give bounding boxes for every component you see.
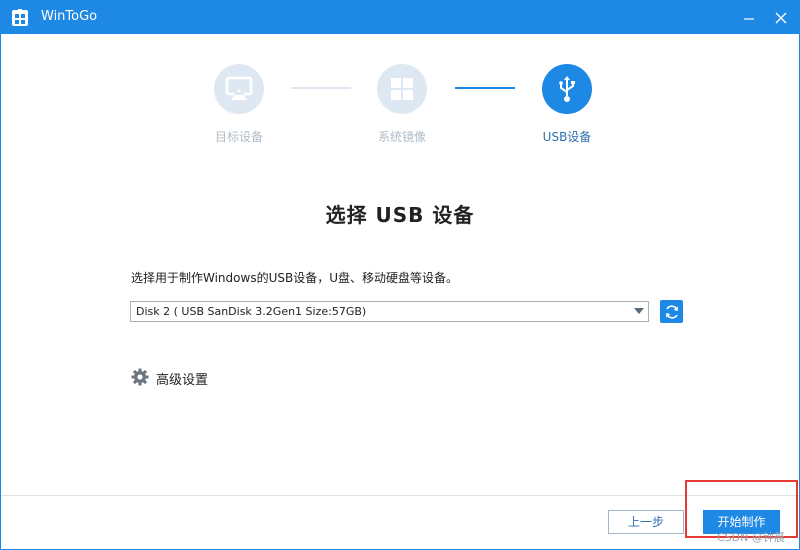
footer-divider	[1, 495, 799, 496]
title-bar[interactable]: WinToGo	[1, 1, 799, 34]
minimize-button[interactable]	[733, 1, 765, 34]
previous-step-button[interactable]: 上一步	[608, 510, 684, 534]
description-text: 选择用于制作Windows的USB设备，U盘、移动硬盘等设备。	[131, 271, 458, 285]
step-2-circle	[377, 64, 427, 114]
step-3-circle	[542, 64, 592, 114]
watermark-text: CSDN @钟晨	[717, 531, 785, 544]
minimize-icon	[744, 18, 754, 20]
refresh-button[interactable]	[660, 300, 683, 323]
close-button[interactable]	[765, 1, 797, 34]
advanced-settings-label: 高级设置	[156, 373, 209, 388]
windows-logo-icon	[391, 78, 413, 100]
page-heading: 选择 USB 设备	[325, 203, 475, 227]
step-connector-1	[291, 87, 351, 89]
window-title: WinToGo	[41, 9, 98, 24]
chevron-down-icon	[634, 308, 644, 314]
airplay-icon	[225, 76, 253, 100]
step-1-circle	[214, 64, 264, 114]
gear-icon	[131, 368, 149, 386]
usb-device-select[interactable]: Disk 2 ( USB SanDisk 3.2Gen1 Size:57GB)	[130, 301, 649, 322]
usb-device-select-value: Disk 2 ( USB SanDisk 3.2Gen1 Size:57GB)	[136, 305, 367, 318]
step-2-label: 系统镜像	[377, 130, 426, 144]
close-icon	[775, 12, 787, 24]
step-1-label: 目标设备	[214, 130, 263, 144]
app-icon	[12, 9, 28, 26]
usb-icon	[559, 76, 575, 102]
step-connector-2	[455, 87, 515, 89]
app-window: WinToGo 目标设备 系统镜像 USB设备 选择 USB 设备 选择用于制作…	[0, 0, 800, 550]
step-3-label: USB设备	[542, 130, 592, 144]
refresh-icon	[665, 304, 678, 319]
